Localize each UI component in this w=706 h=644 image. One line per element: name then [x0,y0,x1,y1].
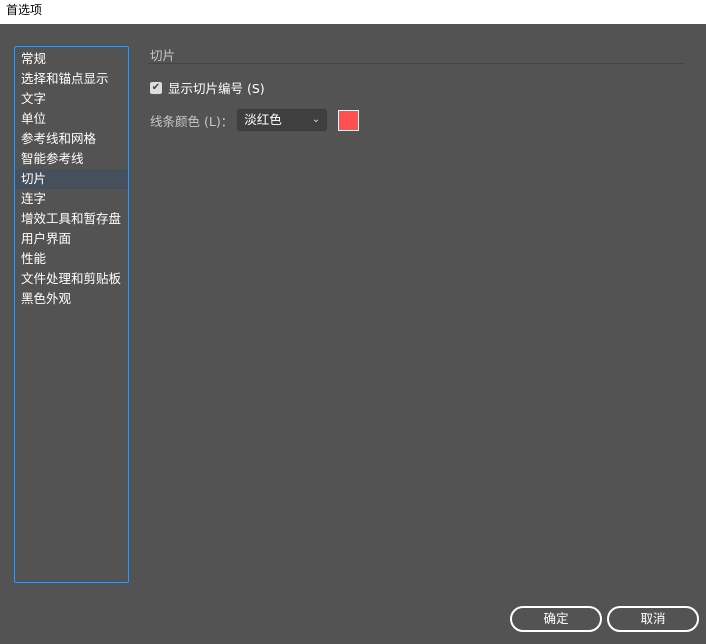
show-slice-numbers-label: 显示切片编号 (S) [168,81,265,96]
section-title: 切片 [150,48,176,63]
sidebar-item[interactable]: 连字 [15,189,128,209]
sidebar-item[interactable]: 参考线和网格 [15,129,128,149]
sidebar-item[interactable]: 常规 [15,49,128,69]
sidebar-item[interactable]: 切片 [15,169,128,189]
preferences-category-list[interactable]: 常规 选择和锚点显示 文字 单位 参考线和网格 智能参考线 切片 连字 增效工具和暂存盘 用户界面… [14,46,129,583]
sidebar-item[interactable]: 增效工具和暂存盘 [15,209,128,229]
sidebar-item[interactable]: 用户界面 [15,229,128,249]
divider [148,63,684,64]
line-color-label: 线条颜色 (L)： [150,113,234,129]
line-color-row: 线条颜色 (L)： 淡红色 ⌄ [150,109,360,131]
sidebar-item[interactable]: 选择和锚点显示 [15,69,128,89]
sidebar-item[interactable]: 智能参考线 [15,149,128,169]
window-title: 首选项 [0,0,706,24]
checkbox-checked-icon[interactable]: ✔ [150,81,162,94]
cancel-button[interactable]: 取消 [607,606,699,632]
sidebar-item[interactable]: 黑色外观 [15,289,128,309]
chevron-down-icon: ⌄ [311,114,321,125]
sidebar-item[interactable]: 文字 [15,89,128,109]
sidebar-item[interactable]: 文件处理和剪贴板 [15,269,128,289]
sidebar-item[interactable]: 性能 [15,249,128,269]
ok-button[interactable]: 确定 [510,606,602,632]
sidebar-item[interactable]: 单位 [15,109,128,129]
show-slice-numbers-checkbox[interactable]: ✔ 显示切片编号 (S) [150,78,265,97]
line-color-select[interactable]: 淡红色 ⌄ [237,109,328,131]
line-color-value: 淡红色 [244,112,282,127]
line-color-swatch[interactable] [338,109,360,131]
